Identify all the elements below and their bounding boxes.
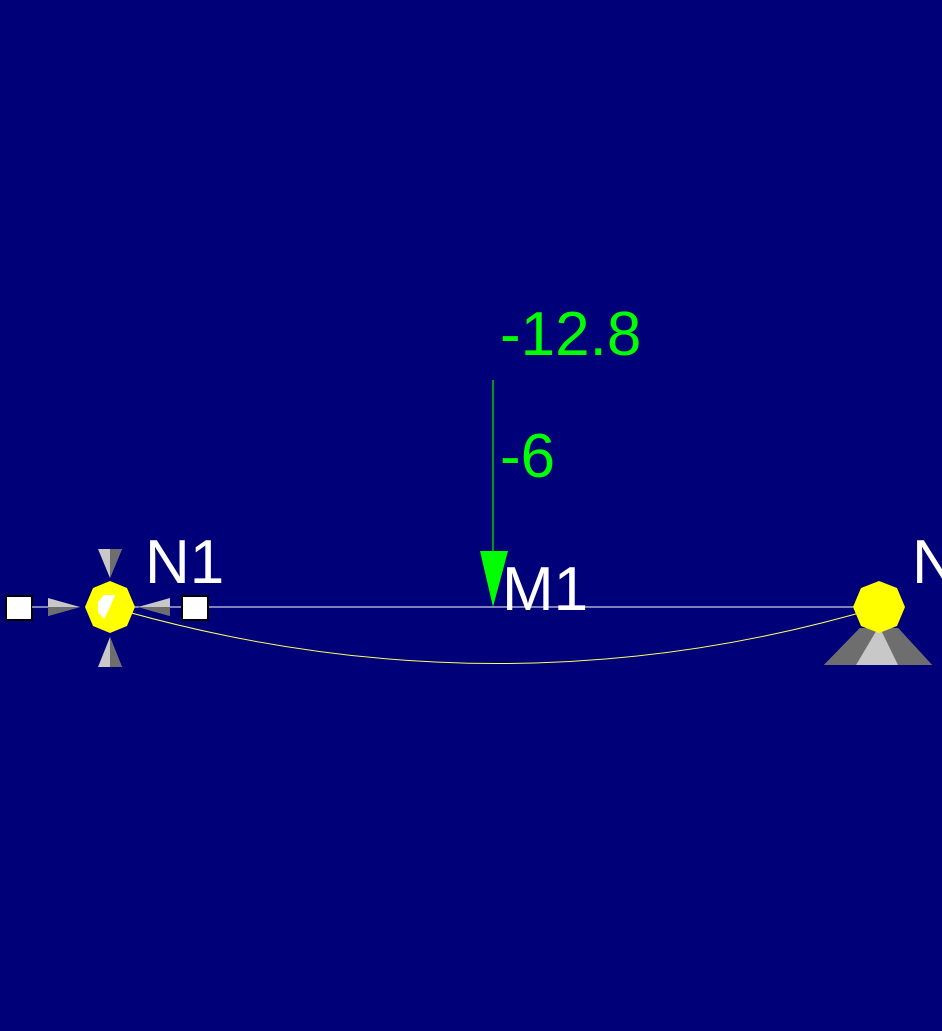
load-value-top: -12.8 [500, 300, 641, 369]
support-square-left [5, 595, 33, 621]
deflection-curve [109, 606, 881, 664]
node-n1[interactable] [85, 581, 135, 633]
node-n2-support [824, 628, 932, 665]
node-n2-marker[interactable] [853, 581, 905, 633]
support-square-right [181, 595, 209, 621]
structure-diagram: N1 N -12.8 -6 M1 [5, 300, 942, 667]
node-n2-label: N [912, 528, 942, 597]
load-value-bottom: -6 [500, 422, 555, 491]
node-n1-label: N1 [145, 528, 224, 597]
member-m1-label: M1 [502, 555, 588, 624]
